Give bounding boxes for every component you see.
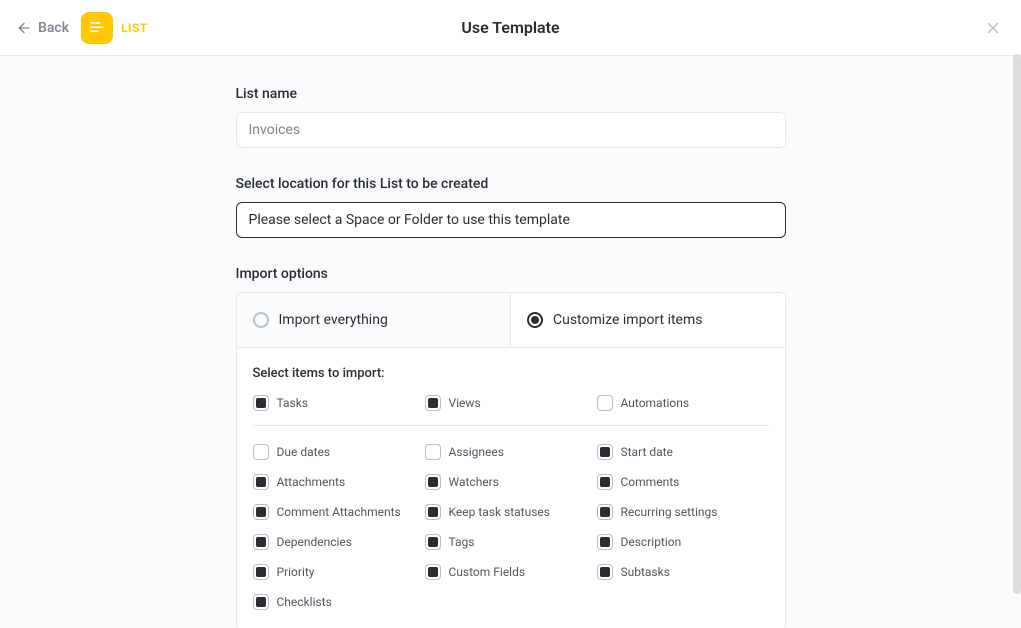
checkbox-due-dates[interactable]: Due dates [253,444,425,460]
checkbox-icon [253,444,269,460]
checkbox-recurring-settings[interactable]: Recurring settings [597,504,769,520]
arrow-left-icon [16,20,32,36]
checkbox-dependencies[interactable]: Dependencies [253,534,425,550]
checkbox-label: Views [449,396,481,410]
divider [253,425,769,426]
checkbox-automations[interactable]: Automations [597,395,769,411]
checkbox-icon [253,474,269,490]
radio-icon [527,312,543,328]
location-placeholder: Please select a Space or Folder to use t… [249,212,570,228]
import-items-panel: Select items to import: Tasks Views Automa… [236,348,786,628]
scrollbar[interactable] [1013,54,1021,594]
checkbox-label: Dependencies [277,535,352,549]
back-label: Back [38,20,69,36]
checkbox-subtasks[interactable]: Subtasks [597,564,769,580]
checkbox-label: Comment Attachments [277,505,401,519]
list-name-label: List name [236,86,786,102]
checkbox-icon [253,504,269,520]
checkbox-label: Priority [277,565,315,579]
close-button[interactable] [981,16,1005,40]
checkbox-label: Start date [621,445,673,459]
location-label: Select location for this List to be crea… [236,176,786,192]
checkbox-checklists[interactable]: Checklists [253,594,425,610]
list-icon [81,12,113,44]
back-button[interactable]: Back [16,20,69,36]
radio-label: Import everything [279,312,388,328]
type-label: LIST [121,21,148,35]
checkbox-icon [425,534,441,550]
close-icon [984,19,1002,37]
checkbox-label: Description [621,535,682,549]
location-select[interactable]: Please select a Space or Folder to use t… [236,202,786,238]
checkbox-views[interactable]: Views [425,395,597,411]
radio-label: Customize import items [553,312,702,328]
checkbox-start-date[interactable]: Start date [597,444,769,460]
checkbox-icon [597,504,613,520]
checkbox-description[interactable]: Description [597,534,769,550]
checkbox-label: Automations [621,396,690,410]
checkbox-icon [425,504,441,520]
checkbox-assignees[interactable]: Assignees [425,444,597,460]
checkbox-label: Due dates [277,445,331,459]
checkbox-icon [597,564,613,580]
checkbox-icon [425,395,441,411]
checkbox-label: Checklists [277,595,332,609]
checkbox-icon [425,444,441,460]
checkbox-attachments[interactable]: Attachments [253,474,425,490]
checkbox-label: Recurring settings [621,505,718,519]
checkbox-icon [253,395,269,411]
checkbox-keep-task-statuses[interactable]: Keep task statuses [425,504,597,520]
checkbox-priority[interactable]: Priority [253,564,425,580]
checkbox-label: Tasks [277,396,309,410]
checkbox-watchers[interactable]: Watchers [425,474,597,490]
radio-customize-import[interactable]: Customize import items [511,293,785,347]
checkbox-icon [425,474,441,490]
radio-import-everything[interactable]: Import everything [237,293,512,347]
top-bar: Back LIST Use Template [0,0,1021,56]
checkbox-custom-fields[interactable]: Custom Fields [425,564,597,580]
checkbox-icon [253,564,269,580]
type-badge: LIST [81,12,148,44]
checkbox-label: Subtasks [621,565,670,579]
checkbox-comments[interactable]: Comments [597,474,769,490]
radio-icon [253,312,269,328]
checkbox-label: Keep task statuses [449,505,550,519]
checkbox-icon [597,395,613,411]
import-mode-radio-group: Import everything Customize import items [236,292,786,348]
checkbox-tags[interactable]: Tags [425,534,597,550]
checkbox-icon [253,534,269,550]
checkbox-icon [253,594,269,610]
checkbox-label: Tags [449,535,475,549]
checkbox-comment-attachments[interactable]: Comment Attachments [253,504,425,520]
checkbox-tasks[interactable]: Tasks [253,395,425,411]
checkbox-label: Watchers [449,475,499,489]
checkbox-icon [597,444,613,460]
select-items-label: Select items to import: [253,366,769,381]
body-area: List name Select location for this List … [0,56,1021,628]
checkbox-label: Assignees [449,445,504,459]
checkbox-label: Custom Fields [449,565,526,579]
import-options-label: Import options [236,266,786,282]
checkbox-icon [425,564,441,580]
page-title: Use Template [461,18,559,37]
checkbox-label: Attachments [277,475,346,489]
checkbox-icon [597,474,613,490]
checkbox-icon [597,534,613,550]
checkbox-label: Comments [621,475,680,489]
list-name-input[interactable] [236,112,786,148]
